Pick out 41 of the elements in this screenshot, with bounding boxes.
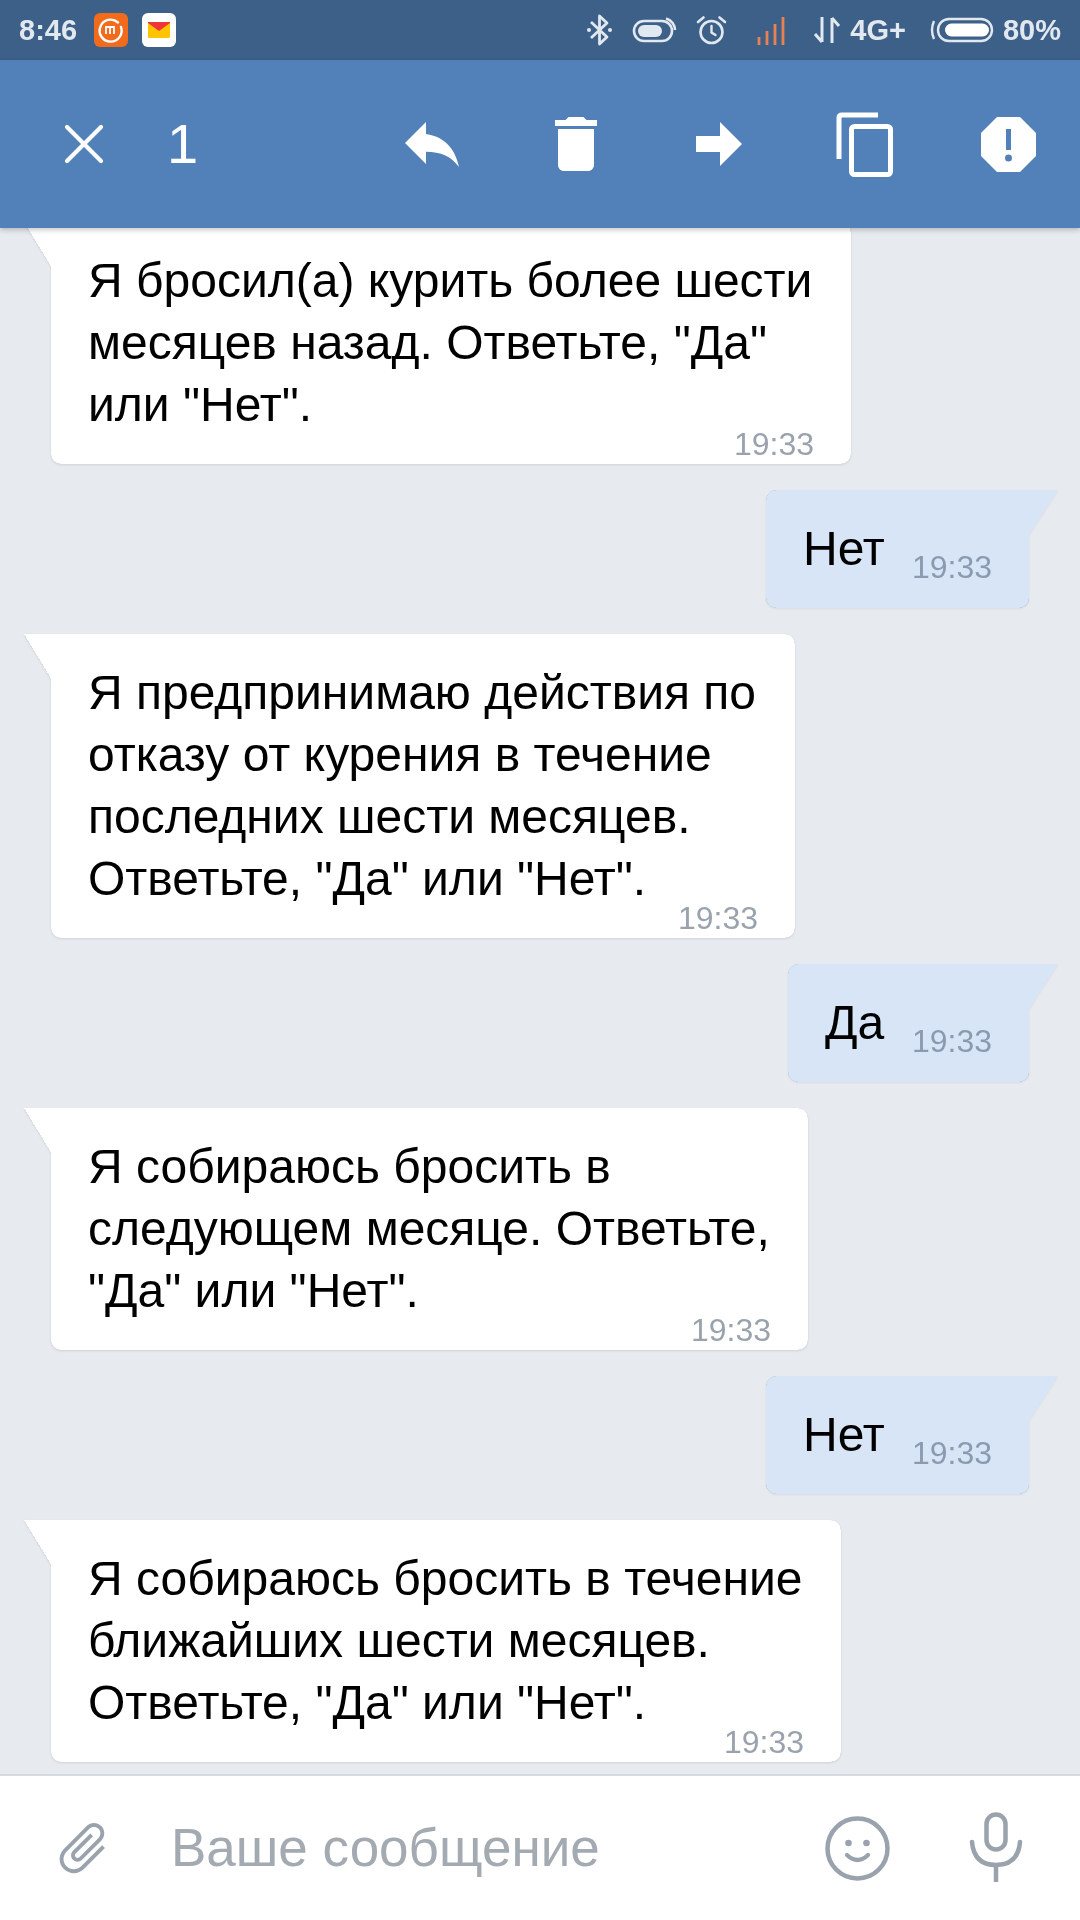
message-composer[interactable]: Ваше сообщение	[0, 1774, 1080, 1920]
copy-icon	[835, 111, 893, 177]
forward-arrow-icon	[696, 120, 744, 168]
message-time: 19:33	[677, 906, 758, 930]
battery-percent: 80%	[1002, 15, 1061, 45]
alarm-clock-icon	[696, 14, 728, 46]
message-text: Нет	[803, 1408, 885, 1461]
selected-count: 1	[167, 116, 199, 172]
envelope-icon	[142, 13, 177, 47]
microphone-button[interactable]	[968, 1812, 1024, 1884]
battery-icon	[928, 17, 994, 43]
message-time: 19:33	[733, 432, 814, 456]
message-bubble[interactable]: Да 19:33	[788, 964, 1058, 1082]
message-text: Да	[825, 996, 885, 1049]
message-bubble[interactable]: Нет 19:33	[766, 1376, 1058, 1494]
message-bubble[interactable]: Нет 19:33	[766, 490, 1058, 608]
message-bubble[interactable]: Я собираюсь бросить в течение ближайших шести месяцев. Ответьте, "Да" или "Нет". 19:33	[24, 1520, 841, 1762]
message-time: 19:33	[911, 553, 992, 581]
microphone-icon	[968, 1812, 1024, 1884]
message-text: Я собираюсь бросить в следующем месяце. Ответьте, "Да" или "Нет".	[88, 1140, 770, 1317]
reply-icon	[405, 121, 459, 167]
message-time: 19:33	[911, 1027, 992, 1055]
message-time: 19:33	[723, 1730, 804, 1754]
close-icon	[64, 124, 104, 164]
message-bubble[interactable]: Я собираюсь бросить в следующем месяце. Ответьте, "Да" или "Нет". 19:33	[24, 1108, 808, 1350]
message-bubble[interactable]: Я предпринимаю действия по отказу от курения в течение последних шести месяцев. Ответьте, "Да" или "Нет". 19:33	[24, 634, 795, 938]
message-time: 19:33	[911, 1439, 992, 1467]
message-time: 19:33	[690, 1318, 771, 1342]
alert-octagon-icon	[980, 116, 1036, 172]
data-arrows-icon	[813, 15, 842, 45]
message-text: Я бросил(а) курить более шести месяцев назад. Ответьте, "Да" или "Нет".	[88, 254, 813, 431]
message-text: Я собираюсь бросить в течение ближайших шести месяцев. Ответьте, "Да" или "Нет".	[88, 1552, 803, 1729]
app-notification-icon	[94, 13, 129, 47]
trash-icon	[555, 117, 597, 171]
message-text: Я предпринимаю действия по отказу от курения в течение последних шести месяцев. Ответьте, "Да" или "Нет".	[88, 666, 756, 905]
status-time: 8:46	[19, 15, 78, 45]
toggle-icon	[632, 15, 678, 45]
emoji-button[interactable]	[825, 1815, 890, 1881]
network-type: 4G+	[850, 15, 906, 45]
smiley-icon	[825, 1815, 890, 1881]
message-text: Нет	[803, 522, 885, 575]
